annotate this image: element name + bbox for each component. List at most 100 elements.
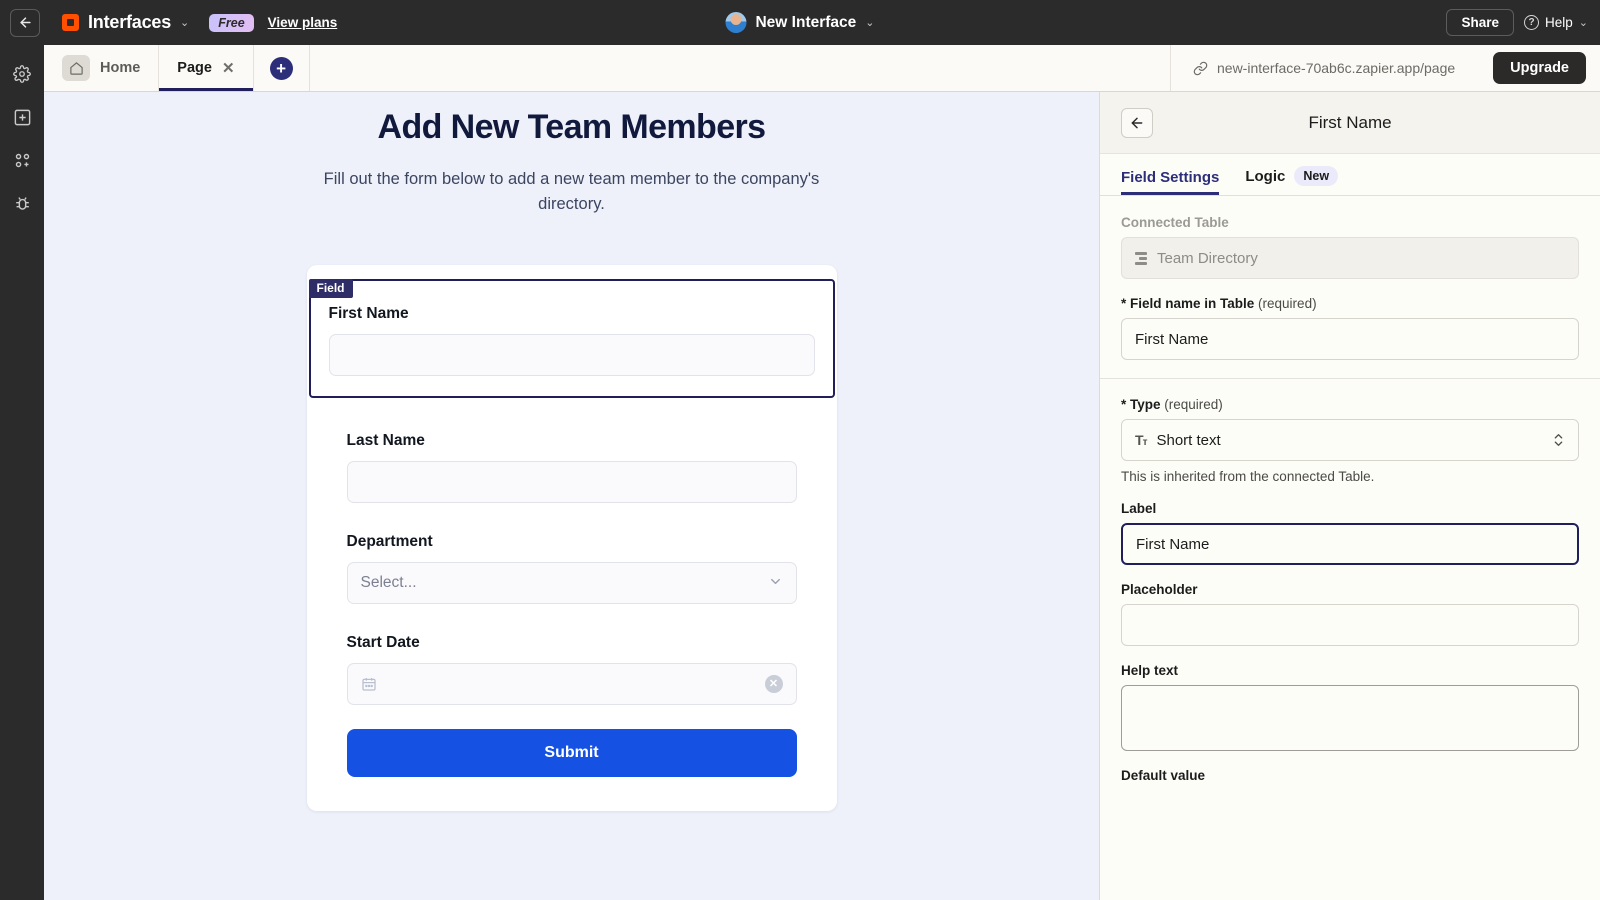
apps-grid-icon[interactable] bbox=[9, 147, 35, 173]
calendar-icon bbox=[361, 676, 377, 692]
table-icon bbox=[1135, 251, 1147, 265]
type-value: Short text bbox=[1156, 431, 1221, 449]
last-name-input[interactable] bbox=[346, 460, 797, 503]
type-hint: This is inherited from the connected Tab… bbox=[1121, 469, 1375, 484]
zapier-logo-icon bbox=[62, 14, 79, 31]
back-button[interactable] bbox=[10, 8, 40, 37]
form-field-first-name[interactable]: Field First Name bbox=[308, 278, 835, 398]
page-subtitle: Fill out the form below to add a new tea… bbox=[323, 170, 820, 213]
chevron-down-icon: ⌄ bbox=[180, 17, 190, 29]
chevron-down-icon: ⌄ bbox=[1578, 17, 1588, 29]
interface-name: New Interface bbox=[755, 13, 857, 31]
field-label: First Name bbox=[328, 304, 409, 322]
help-button[interactable]: ? Help ⌄ bbox=[1524, 15, 1588, 30]
tab-field-settings-label: Field Settings bbox=[1121, 169, 1220, 186]
home-icon bbox=[62, 55, 90, 81]
tab-bar: Home Page ✕ + new-interface-70ab6c.zapie… bbox=[44, 45, 1600, 92]
settings-gear-icon[interactable] bbox=[9, 61, 35, 87]
panel-title: First Name bbox=[1308, 112, 1392, 132]
new-badge: New bbox=[1294, 166, 1339, 186]
tab-page[interactable]: Page ✕ bbox=[159, 45, 254, 91]
help-text-input[interactable] bbox=[1121, 685, 1579, 751]
form-field-department[interactable]: Department Select... bbox=[329, 523, 815, 624]
form-field-last-name[interactable]: Last Name bbox=[329, 422, 815, 523]
brand-menu[interactable]: Interfaces ⌄ bbox=[62, 12, 189, 33]
connected-table-value: Team Directory bbox=[1121, 237, 1579, 279]
clear-date-icon[interactable]: ✕ bbox=[764, 674, 783, 693]
tabbar-right: new-interface-70ab6c.zapier.app/page Upg… bbox=[1170, 45, 1600, 91]
field-label: Department bbox=[346, 532, 433, 550]
stepper-icon bbox=[1552, 431, 1565, 449]
interface-switcher[interactable]: New Interface ⌄ bbox=[725, 12, 875, 33]
upgrade-wrap: Upgrade bbox=[1477, 45, 1600, 91]
field-label: Start Date bbox=[346, 633, 420, 651]
page-url[interactable]: new-interface-70ab6c.zapier.app/page bbox=[1170, 45, 1477, 91]
label-value: First Name bbox=[1136, 535, 1210, 553]
bug-icon[interactable] bbox=[9, 190, 35, 216]
chevron-down-icon: ⌄ bbox=[865, 17, 875, 29]
add-tab-button[interactable]: + bbox=[254, 45, 310, 91]
field-name-value: First Name bbox=[1135, 330, 1209, 348]
panel-body: Connected Table Team Directory * Field n… bbox=[1100, 196, 1600, 783]
connected-table-label: Connected Table bbox=[1121, 215, 1229, 230]
start-date-input[interactable]: ✕ bbox=[346, 662, 797, 705]
plan-badge: Free bbox=[209, 13, 254, 32]
submit-button[interactable]: Submit bbox=[346, 728, 797, 777]
close-icon[interactable]: ✕ bbox=[222, 61, 235, 76]
arrow-left-icon bbox=[1131, 117, 1143, 128]
type-label-text: * Type bbox=[1121, 397, 1161, 412]
avatar bbox=[725, 12, 747, 33]
plus-icon: + bbox=[269, 56, 293, 80]
tab-logic-label: Logic bbox=[1245, 167, 1286, 185]
form-card: Field First Name Last Name Department Se… bbox=[306, 264, 837, 811]
upgrade-button[interactable]: Upgrade bbox=[1493, 52, 1586, 84]
field-label: Last Name bbox=[346, 431, 425, 449]
field-name-input[interactable]: First Name bbox=[1121, 318, 1579, 360]
topbar-actions: Share ? Help ⌄ bbox=[1446, 9, 1588, 36]
share-button[interactable]: Share bbox=[1446, 9, 1515, 36]
field-name-label: * Field name in Table (required) bbox=[1121, 296, 1579, 311]
link-icon bbox=[1193, 61, 1208, 75]
tab-home-label: Home bbox=[100, 60, 141, 76]
type-select[interactable]: Tт Short text bbox=[1121, 419, 1579, 461]
panel-tabs: Field Settings Logic New bbox=[1100, 154, 1600, 196]
first-name-input[interactable] bbox=[328, 333, 815, 376]
panel-header: First Name bbox=[1100, 92, 1600, 154]
label-field-label: Label bbox=[1121, 501, 1157, 516]
tab-logic[interactable]: Logic New bbox=[1245, 166, 1339, 195]
department-placeholder: Select... bbox=[360, 573, 417, 591]
type-required: (required) bbox=[1164, 397, 1223, 412]
help-circle-icon: ? bbox=[1524, 15, 1540, 30]
page-canvas: Add New Team Members Fill out the form b… bbox=[44, 92, 1099, 900]
form-field-start-date[interactable]: Start Date ✕ bbox=[329, 624, 815, 725]
panel-back-button[interactable] bbox=[1121, 107, 1153, 138]
page-title: Add New Team Members bbox=[377, 108, 767, 146]
tab-home[interactable]: Home bbox=[44, 45, 160, 91]
tab-page-label: Page bbox=[177, 60, 212, 76]
field-name-label-text: * Field name in Table bbox=[1121, 296, 1255, 311]
selected-element-badge: Field bbox=[308, 278, 353, 298]
tab-field-settings[interactable]: Field Settings bbox=[1121, 169, 1219, 195]
field-settings-panel: First Name Field Settings Logic New Conn… bbox=[1099, 92, 1600, 900]
chevron-down-icon bbox=[768, 574, 783, 592]
divider bbox=[1100, 378, 1600, 379]
placeholder-input[interactable] bbox=[1121, 604, 1579, 646]
placeholder-field-label: Placeholder bbox=[1121, 582, 1198, 597]
text-format-icon: Tт bbox=[1135, 432, 1147, 448]
type-label: * Type (required) bbox=[1121, 397, 1579, 412]
field-name-required: (required) bbox=[1258, 296, 1317, 311]
department-select[interactable]: Select... bbox=[346, 561, 797, 604]
default-value-label: Default value bbox=[1121, 768, 1206, 783]
view-plans-link[interactable]: View plans bbox=[268, 15, 338, 30]
connected-table-text: Team Directory bbox=[1157, 249, 1258, 267]
left-rail bbox=[0, 45, 44, 900]
add-box-icon[interactable] bbox=[9, 104, 35, 130]
label-input[interactable]: First Name bbox=[1121, 523, 1579, 565]
top-bar: Interfaces ⌄ Free View plans New Interfa… bbox=[0, 0, 1600, 45]
